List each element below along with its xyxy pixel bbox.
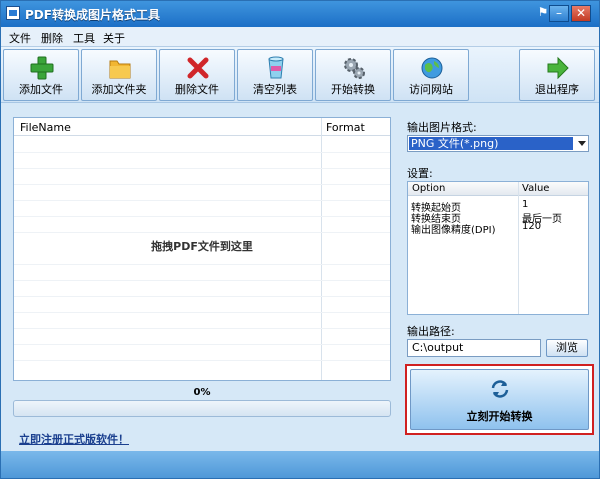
row-line (14, 344, 390, 345)
output-path-label: 输出路径: (407, 325, 455, 338)
menu-about[interactable]: 关于 (103, 30, 125, 46)
row-line (14, 168, 390, 169)
plus-icon (30, 56, 54, 80)
app-window: PDF转换成图片格式工具 ⚑ – ✕ 文件 删除 工具 关于 添加文件 添加文件… (0, 0, 600, 479)
clear-list-label: 清空列表 (253, 83, 297, 96)
delete-file-button[interactable]: 删除文件 (159, 49, 235, 101)
settings-label: 设置: (407, 167, 433, 180)
exit-label: 退出程序 (535, 83, 579, 96)
file-list-header: FileName Format (14, 118, 390, 136)
delete-x-icon (187, 57, 209, 79)
progress-bar (13, 400, 391, 417)
clear-list-button[interactable]: 清空列表 (237, 49, 313, 101)
add-file-label: 添加文件 (19, 83, 63, 96)
window-title: PDF转换成图片格式工具 (25, 8, 160, 22)
settings-row[interactable]: 输出图像精度(DPI) 120 (408, 221, 588, 236)
row-line (14, 232, 390, 233)
row-line (14, 216, 390, 217)
settings-row[interactable]: 转换起始页 1 (408, 199, 588, 214)
add-file-button[interactable]: 添加文件 (3, 49, 79, 101)
drop-hint: 拖拽PDF文件到这里 (151, 240, 253, 253)
settings-row[interactable]: 转换结束页 最后一页 (408, 210, 588, 225)
menu-tools[interactable]: 工具 (73, 30, 95, 46)
file-list[interactable]: FileName Format 拖拽PDF文件到这里 (13, 117, 391, 381)
minimize-button[interactable]: – (549, 5, 569, 22)
exit-arrow-icon (547, 56, 569, 80)
progress-label: 0% (193, 387, 211, 398)
delete-file-label: 删除文件 (175, 83, 219, 96)
row-line (14, 296, 390, 297)
clear-list-icon (268, 56, 284, 79)
chevron-down-icon[interactable] (578, 141, 586, 146)
settings-header-option: Option (412, 183, 446, 194)
settings-header: Option Value (408, 182, 588, 196)
column-filename[interactable]: FileName (20, 121, 71, 134)
row-line (14, 200, 390, 201)
status-bar (1, 451, 599, 478)
row-line (14, 152, 390, 153)
register-link[interactable]: 立即注册正式版软件！ (19, 431, 129, 447)
column-format[interactable]: Format (326, 121, 365, 134)
menu-file[interactable]: 文件 (9, 30, 31, 46)
convert-now-label: 立刻开始转换 (466, 410, 533, 423)
convert-highlight-frame: 立刻开始转换 (405, 364, 594, 435)
settings-grid[interactable]: Option Value 转换起始页 1 转换结束页 最后一页 输出图像精度(D… (407, 181, 589, 315)
setting-value[interactable]: 1 (522, 199, 528, 210)
app-icon (6, 6, 20, 20)
toolbar: 添加文件 添加文件夹 删除文件 清空列表 开始转换 访问网站 退出程序 (1, 47, 599, 103)
close-button[interactable]: ✕ (571, 5, 591, 22)
row-line (14, 360, 390, 361)
visit-website-label: 访问网站 (409, 83, 453, 96)
add-folder-button[interactable]: 添加文件夹 (81, 49, 157, 101)
row-line (14, 264, 390, 265)
globe-icon (421, 57, 443, 79)
exit-button[interactable]: 退出程序 (519, 49, 595, 101)
row-line (14, 312, 390, 313)
row-line (14, 328, 390, 329)
output-format-select[interactable]: PNG 文件(*.png) (407, 135, 589, 152)
setting-value[interactable]: 120 (522, 221, 541, 232)
folder-icon (109, 60, 131, 79)
gears-icon (344, 58, 365, 79)
visit-website-button[interactable]: 访问网站 (393, 49, 469, 101)
start-convert-button[interactable]: 开始转换 (315, 49, 391, 101)
browse-button[interactable]: 浏览 (546, 339, 588, 357)
menu-delete[interactable]: 删除 (41, 30, 63, 46)
setting-option: 输出图像精度(DPI) (411, 225, 496, 236)
row-line (14, 184, 390, 185)
title-bar: PDF转换成图片格式工具 ⚑ – ✕ (1, 1, 599, 27)
settings-header-value: Value (522, 183, 550, 194)
output-path-input[interactable]: C:\output (407, 339, 541, 357)
convert-now-button[interactable]: 立刻开始转换 (410, 369, 589, 430)
output-format-label: 输出图片格式: (407, 121, 477, 134)
convert-refresh-icon (491, 380, 509, 398)
menu-bar: 文件 删除 工具 关于 (1, 27, 599, 47)
row-line (14, 280, 390, 281)
add-folder-label: 添加文件夹 (91, 83, 147, 96)
output-format-value: PNG 文件(*.png) (409, 137, 573, 150)
start-convert-label: 开始转换 (331, 83, 375, 96)
